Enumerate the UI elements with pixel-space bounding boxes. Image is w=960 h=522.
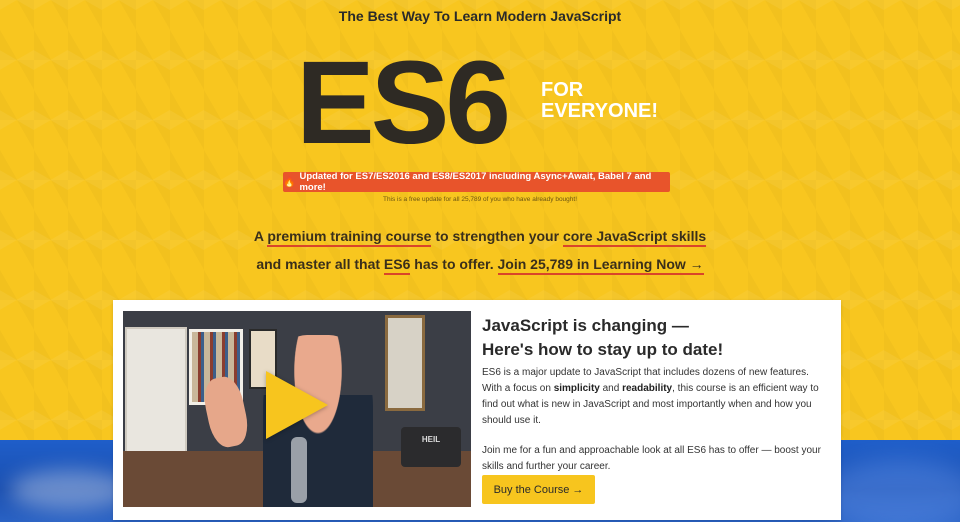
pitch-text-f: has to offer. (414, 256, 494, 272)
video-microphone (291, 437, 307, 503)
es6-logo: ES6 FOR EVERYONE! (0, 38, 960, 168)
fire-icon: 🔥 (283, 176, 296, 188)
card-paragraph-2: Join me for a fun and approachable look … (482, 445, 821, 472)
pitch-line-1: A premium training course to strengthen … (0, 222, 960, 250)
video-presenter-hand (200, 373, 252, 451)
logo-es6-text: ES6 (296, 37, 511, 169)
card-title: JavaScript is changing — Here's how to s… (482, 314, 822, 362)
logo-everyone: EVERYONE! (541, 100, 659, 122)
pitch-text-a: A (253, 228, 264, 244)
premium-course-highlight: premium training course (267, 228, 432, 247)
pitch-text-e: and master all that (256, 256, 381, 272)
buy-course-button[interactable]: Buy the Course → (482, 475, 595, 504)
card-title-line-1: JavaScript is changing — (482, 316, 689, 335)
logo-for: FOR (541, 79, 584, 101)
card-paragraph-1: ES6 is a major update to JavaScript that… (482, 365, 822, 429)
card-p1-simplicity: simplicity (553, 383, 600, 394)
tagline: The Best Way To Learn Modern JavaScript (338, 8, 622, 24)
pitch-line-2: and master all that ES6 has to offer. Jo… (0, 250, 960, 278)
video-picture-frame (385, 315, 425, 411)
logo-for-everyone: FOR EVERYONE! (541, 80, 658, 122)
card-p1-readability: readability (622, 383, 673, 394)
pitch-text: A premium training course to strengthen … (0, 222, 960, 278)
video-mic-label: HEIL (401, 427, 461, 467)
video-door (125, 327, 187, 457)
core-skills-highlight: core JavaScript skills (562, 228, 707, 247)
update-banner: 🔥 Updated for ES7/ES2016 and ES8/ES2017 … (283, 171, 670, 193)
video-player[interactable]: HEIL (123, 311, 471, 507)
pitch-text-c: to strengthen your (435, 228, 560, 244)
es6-highlight: ES6 (383, 256, 411, 275)
join-now-link[interactable]: Join 25,789 in Learning Now → (497, 256, 704, 275)
card-p1-c: and (602, 383, 620, 394)
update-banner-text: Updated for ES7/ES2016 and ES8/ES2017 in… (299, 171, 652, 193)
free-update-note: This is a free update for all 25,789 of … (382, 196, 578, 203)
play-icon[interactable] (266, 371, 328, 439)
course-card: HEIL JavaScript is changing — Here's how… (113, 300, 841, 520)
card-text: JavaScript is changing — Here's how to s… (482, 314, 822, 475)
card-title-line-2: Here's how to stay up to date! (482, 340, 724, 359)
